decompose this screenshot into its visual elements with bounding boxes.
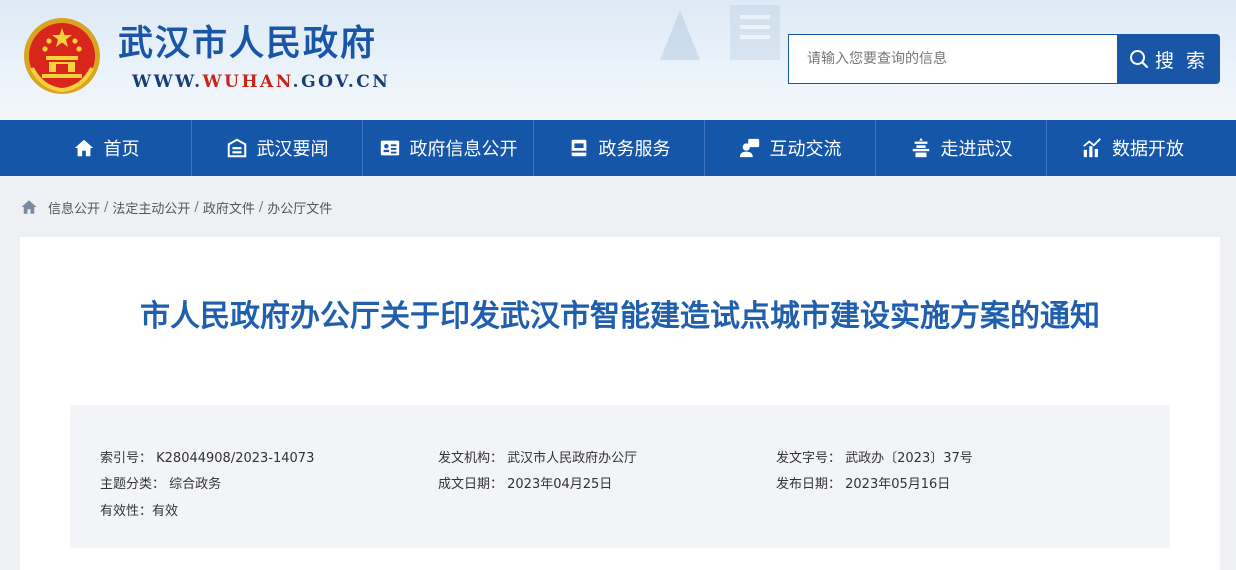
nav-item-gov-info[interactable]: 政府信息公开: [363, 120, 534, 176]
search-box: [788, 34, 1118, 84]
article-card: 市人民政府办公厅关于印发武汉市智能建造试点城市建设实施方案的通知 索引号： K2…: [20, 237, 1220, 570]
tower-icon: [912, 137, 929, 158]
meta-doc-no: 发文字号： 武政办〔2023〕37号: [776, 451, 973, 466]
nav-item-label: 互动交流: [769, 139, 842, 160]
domain-brand: WUHAN: [202, 72, 293, 92]
nav-item-label: 政府信息公开: [409, 139, 518, 160]
nav-item-home[interactable]: 首页: [21, 120, 192, 176]
meta-published-date: 发布日期： 2023年05月16日: [776, 477, 951, 492]
national-emblem-icon: [24, 18, 100, 94]
meta-index-no: 索引号： K28044908/2023-14073: [100, 451, 315, 466]
breadcrumb-item-statutory[interactable]: 法定主动公开: [112, 198, 190, 217]
article-meta: 索引号： K28044908/2023-14073 发文机构： 武汉市人民政府办…: [70, 405, 1170, 548]
site-header: 武汉市人民政府 WWW.WUHAN.GOV.CN 搜 索: [0, 0, 1236, 120]
search-button-label: 搜 索: [1154, 49, 1209, 72]
nav-item-label: 首页: [103, 139, 140, 160]
nav-item-about-wuhan[interactable]: 走进武汉: [876, 120, 1047, 176]
breadcrumb-separator: /: [194, 199, 199, 215]
nav-item-label: 走进武汉: [940, 139, 1013, 160]
breadcrumb-separator: /: [104, 199, 109, 215]
search-input[interactable]: [789, 35, 1117, 83]
service-icon: [571, 139, 586, 157]
nav-item-open-data[interactable]: 数据开放: [1047, 120, 1218, 176]
meta-created-date: 成文日期： 2023年04月25日: [438, 477, 613, 492]
main-nav: 首页 武汉要闻 政府信息公开 政务服务 互动交流 走进武汉 数据开放: [0, 120, 1236, 176]
news-icon: [227, 138, 246, 158]
nav-item-label: 武汉要闻: [256, 139, 329, 160]
skyline-decoration-icon: [660, 5, 780, 60]
nav-item-interaction[interactable]: 互动交流: [705, 120, 876, 176]
article-title: 市人民政府办公厅关于印发武汉市智能建造试点城市建设实施方案的通知: [140, 299, 1100, 334]
info-card-icon: [380, 140, 399, 156]
nav-item-gov-service[interactable]: 政务服务: [534, 120, 705, 176]
search-icon: [1129, 50, 1149, 69]
site-domain: WWW.WUHAN.GOV.CN: [132, 72, 390, 92]
search-button[interactable]: 搜 索: [1117, 34, 1220, 84]
meta-validity: 有效性：有效: [100, 504, 179, 519]
home-icon: [74, 139, 93, 157]
domain-prefix: WWW.: [132, 72, 203, 92]
breadcrumb: 信息公开 / 法定主动公开 / 政府文件 / 办公厅文件: [20, 196, 332, 218]
meta-category: 主题分类： 综合政务: [100, 477, 222, 492]
breadcrumb-home-icon[interactable]: [20, 198, 38, 216]
interaction-icon: [739, 138, 759, 158]
data-chart-icon: [1083, 138, 1101, 158]
nav-item-label: 数据开放: [1112, 139, 1184, 160]
breadcrumb-item-info-public[interactable]: 信息公开: [48, 198, 100, 217]
breadcrumb-separator: /: [258, 199, 264, 215]
domain-suffix: .GOV.CN: [292, 72, 391, 92]
nav-item-news[interactable]: 武汉要闻: [192, 120, 363, 176]
nav-item-label: 政务服务: [598, 139, 671, 160]
meta-issuer: 发文机构： 武汉市人民政府办公厅: [438, 451, 638, 466]
breadcrumb-item-gov-docs[interactable]: 政府文件: [203, 198, 255, 217]
site-title[interactable]: 武汉市人民政府: [118, 22, 377, 66]
breadcrumb-item-office-docs[interactable]: 办公厅文件: [267, 198, 332, 217]
